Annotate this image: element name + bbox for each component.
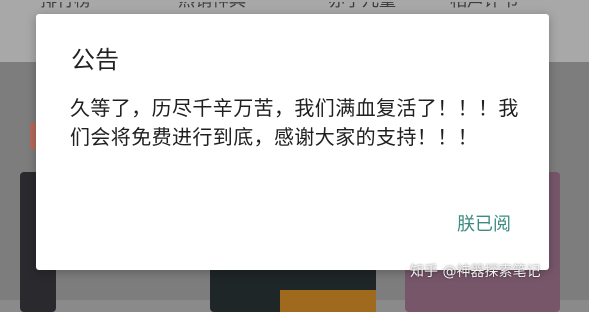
announcement-dialog: 公告 久等了，历尽千辛万苦，我们满血复活了！！！我们会将免费进行到底，感谢大家的… bbox=[36, 14, 549, 270]
watermark: 知乎 @神器探索笔记 bbox=[410, 264, 541, 280]
background-book-cover-art bbox=[280, 290, 376, 312]
dialog-message: 久等了，历尽千辛万苦，我们满血复活了！！！我们会将免费进行到底，感谢大家的支持！… bbox=[70, 96, 519, 149]
dialog-title: 公告 bbox=[71, 46, 119, 74]
acknowledge-button[interactable]: 朕已阅 bbox=[453, 210, 515, 240]
